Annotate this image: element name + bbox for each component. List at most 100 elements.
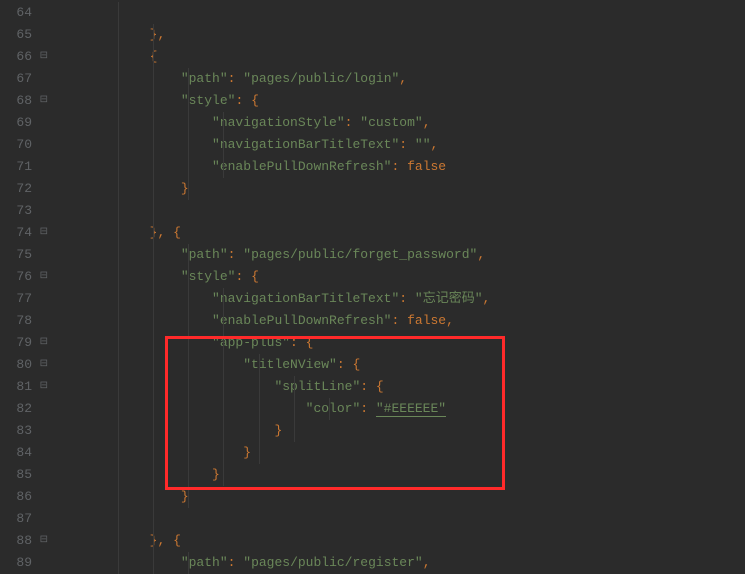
code-line[interactable]: "enablePullDownRefresh": false, <box>56 310 490 332</box>
code-line[interactable]: "path": "pages/public/forget_password", <box>56 244 490 266</box>
indent-guide <box>223 420 224 442</box>
code-text: "path": "pages/public/register", <box>56 555 431 570</box>
indent-guide <box>153 464 154 486</box>
indent-guide <box>294 420 295 442</box>
indent-guide <box>153 420 154 442</box>
gutter-row: 72 <box>0 178 52 200</box>
code-text: { <box>56 49 157 64</box>
gutter-row: 77 <box>0 288 52 310</box>
code-line[interactable] <box>56 508 490 530</box>
gutter-row: 83 <box>0 420 52 442</box>
code-line[interactable] <box>56 2 490 24</box>
indent-guide <box>153 222 154 244</box>
code-line[interactable]: "path": "pages/public/login", <box>56 68 490 90</box>
gutter-row: 73 <box>0 200 52 222</box>
line-number: 82 <box>16 398 32 420</box>
line-number: 71 <box>16 156 32 178</box>
code-text: "style": { <box>56 269 259 284</box>
code-line[interactable]: "enablePullDownRefresh": false <box>56 156 490 178</box>
code-line[interactable]: "app-plus": { <box>56 332 490 354</box>
gutter-row: 76⊟ <box>0 266 52 288</box>
code-line[interactable]: } <box>56 178 490 200</box>
line-number: 69 <box>16 112 32 134</box>
line-number: 88 <box>16 530 32 552</box>
line-number: 86 <box>16 486 32 508</box>
fold-minus-icon[interactable]: ⊟ <box>40 376 48 398</box>
gutter-row: 79⊟ <box>0 332 52 354</box>
indent-guide <box>153 332 154 354</box>
indent-guide <box>259 442 260 464</box>
indent-guide <box>188 552 189 574</box>
code-line[interactable]: } <box>56 486 490 508</box>
line-number: 64 <box>16 2 32 24</box>
fold-minus-icon[interactable]: ⊟ <box>40 332 48 354</box>
code-line[interactable] <box>56 200 490 222</box>
code-editor[interactable]: 646566⊟6768⊟697071727374⊟7576⊟777879⊟80⊟… <box>0 0 745 569</box>
indent-guide <box>118 266 119 288</box>
code-text: "navigationBarTitleText": "忘记密码", <box>56 291 490 306</box>
indent-guide <box>153 178 154 200</box>
indent-guide <box>118 2 119 24</box>
gutter-row: 78 <box>0 310 52 332</box>
gutter-row: 71 <box>0 156 52 178</box>
code-line[interactable]: "titleNView": { <box>56 354 490 376</box>
code-line[interactable]: { <box>56 46 490 68</box>
code-area[interactable]: }, { "path": "pages/public/login", "styl… <box>52 0 490 569</box>
code-text: } <box>56 467 220 482</box>
indent-guide <box>223 134 224 156</box>
gutter-row: 82 <box>0 398 52 420</box>
line-number: 83 <box>16 420 32 442</box>
code-text: "enablePullDownRefresh": false, <box>56 313 454 328</box>
code-line[interactable]: "style": { <box>56 266 490 288</box>
code-line[interactable]: "navigationBarTitleText": "忘记密码", <box>56 288 490 310</box>
code-line[interactable]: }, <box>56 24 490 46</box>
indent-guide <box>153 398 154 420</box>
indent-guide <box>118 442 119 464</box>
code-line[interactable]: "path": "pages/public/register", <box>56 552 490 574</box>
code-line[interactable]: } <box>56 420 490 442</box>
gutter-row: 85 <box>0 464 52 486</box>
indent-guide <box>188 332 189 354</box>
code-line[interactable]: "splitLine": { <box>56 376 490 398</box>
code-text: "app-plus": { <box>56 335 313 350</box>
fold-minus-icon[interactable]: ⊟ <box>40 530 48 552</box>
indent-guide <box>188 288 189 310</box>
indent-guide <box>153 288 154 310</box>
code-line[interactable]: } <box>56 442 490 464</box>
code-line[interactable]: } <box>56 464 490 486</box>
indent-guide <box>259 398 260 420</box>
fold-minus-icon[interactable]: ⊟ <box>40 222 48 244</box>
code-line[interactable]: "navigationStyle": "custom", <box>56 112 490 134</box>
indent-guide <box>188 354 189 376</box>
indent-guide <box>223 376 224 398</box>
indent-guide <box>153 68 154 90</box>
code-text: } <box>56 181 189 196</box>
indent-guide <box>188 112 189 134</box>
gutter-row: 74 ⊟ <box>0 222 52 244</box>
fold-minus-icon[interactable]: ⊟ <box>40 90 48 112</box>
indent-guide <box>223 464 224 486</box>
indent-guide <box>118 156 119 178</box>
code-line[interactable]: }, { <box>56 222 490 244</box>
line-number: 87 <box>16 508 32 530</box>
line-number: 75 <box>16 244 32 266</box>
code-text: "color": "#EEEEEE" <box>56 401 446 417</box>
line-number: 89 <box>16 552 32 574</box>
indent-guide <box>329 398 330 420</box>
code-line[interactable]: }, { <box>56 530 490 552</box>
code-line[interactable]: "navigationBarTitleText": "", <box>56 134 490 156</box>
line-number: 74 <box>16 222 32 244</box>
code-line[interactable]: "color": "#EEEEEE" <box>56 398 490 420</box>
indent-guide <box>118 310 119 332</box>
fold-minus-icon[interactable]: ⊟ <box>40 266 48 288</box>
fold-minus-icon[interactable]: ⊟ <box>40 354 48 376</box>
gutter-row: 67 <box>0 68 52 90</box>
fold-minus-icon[interactable]: ⊟ <box>40 46 48 68</box>
indent-guide <box>294 398 295 420</box>
indent-guide <box>188 266 189 288</box>
code-line[interactable]: "style": { <box>56 90 490 112</box>
indent-guide <box>153 310 154 332</box>
indent-guide <box>153 376 154 398</box>
indent-guide <box>188 486 189 508</box>
indent-guide <box>118 376 119 398</box>
